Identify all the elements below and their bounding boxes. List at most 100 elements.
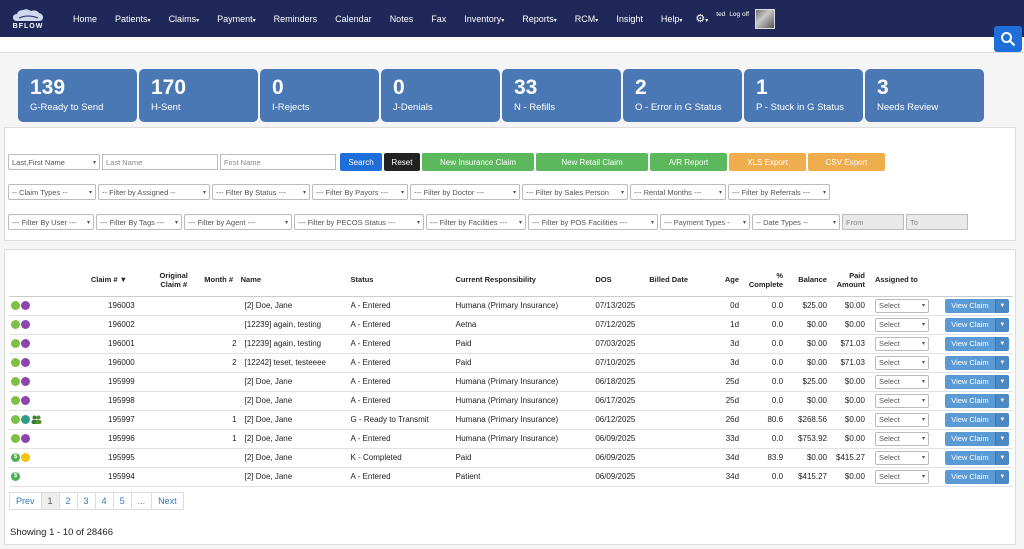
claim-number[interactable]: 196000 xyxy=(88,353,149,373)
people-icon[interactable] xyxy=(31,415,42,425)
view-claim-label[interactable]: View Claim xyxy=(944,393,995,408)
search-icon[interactable] xyxy=(994,26,1022,52)
reset-button[interactable]: Reset xyxy=(384,153,420,171)
page-button[interactable]: ... xyxy=(130,492,153,510)
nav-item-notes[interactable]: Notes xyxy=(381,14,423,24)
claim-status-icon[interactable] xyxy=(21,396,30,406)
nav-item-fax[interactable]: Fax xyxy=(422,14,455,24)
bflow-logo[interactable]: BFLOW xyxy=(2,0,54,37)
view-claim-caret-icon[interactable]: ▼ xyxy=(994,355,1009,370)
view-claim-button[interactable]: View Claim ▼ xyxy=(944,469,1009,484)
patient-name[interactable]: [2] Doe, Jane xyxy=(238,296,349,316)
view-claim-button[interactable]: View Claim ▼ xyxy=(944,393,1009,408)
xls-export-button[interactable]: XLS Export xyxy=(729,153,806,171)
ar-report-button[interactable]: A/R Report xyxy=(650,153,727,171)
filter-select[interactable]: -- Date Types -- ▾ xyxy=(752,214,840,230)
patient-name[interactable]: [2] Doe, Jane xyxy=(238,391,349,411)
view-claim-caret-icon[interactable]: ▼ xyxy=(994,374,1009,389)
claim-number[interactable]: 195998 xyxy=(88,391,149,411)
view-claim-button[interactable]: View Claim ▼ xyxy=(944,431,1009,446)
nav-item-reminders[interactable]: Reminders xyxy=(265,14,327,24)
view-claim-caret-icon[interactable]: ▼ xyxy=(994,431,1009,446)
next-page-button[interactable]: Next xyxy=(151,492,184,510)
nav-item-claims[interactable]: Claims▾ xyxy=(160,14,209,24)
page-button[interactable]: 3 xyxy=(76,492,96,510)
assigned-select[interactable]: Select ▾ xyxy=(874,393,929,408)
assigned-select[interactable]: Select ▾ xyxy=(874,298,929,313)
claim-status-icon[interactable] xyxy=(21,377,30,387)
patient-name[interactable]: [2] Doe, Jane xyxy=(238,467,349,487)
assigned-select[interactable]: Select ▾ xyxy=(874,431,929,446)
view-claim-label[interactable]: View Claim xyxy=(944,450,995,465)
filter-select[interactable]: --- Filter By Tags --- ▾ xyxy=(96,214,182,230)
claim-status-icon[interactable] xyxy=(21,301,30,311)
table-row[interactable]: 196000 2 [12242] teset, testeeee A - Entere… xyxy=(9,353,1013,373)
page-button[interactable]: 2 xyxy=(58,492,78,510)
last-name-input[interactable]: Last Name xyxy=(102,154,218,170)
search-button[interactable]: Search xyxy=(340,153,382,171)
claim-number[interactable]: 195995 xyxy=(88,448,149,468)
dollar-icon[interactable]: $ xyxy=(11,472,20,482)
table-row[interactable]: 195996 1 [2] Doe, Jane A - Entered Humana (P… xyxy=(9,429,1013,449)
settings-gear-icon[interactable]: ⚙▾ xyxy=(691,12,712,25)
table-row[interactable]: 195998 [2] Doe, Jane A - Entered Humana (Pr… xyxy=(9,391,1013,411)
claim-number[interactable]: 195994 xyxy=(88,467,149,487)
claim-status-icon[interactable] xyxy=(21,320,30,330)
filter-select[interactable]: --- Filter by Agent --- ▾ xyxy=(184,214,292,230)
view-claim-caret-icon[interactable]: ▼ xyxy=(994,469,1009,484)
view-claim-label[interactable]: View Claim xyxy=(944,298,995,313)
view-claim-label[interactable]: View Claim xyxy=(944,431,995,446)
pencil-status-icon[interactable] xyxy=(11,339,20,349)
logoff-link[interactable]: Log off xyxy=(729,11,749,18)
first-name-input[interactable]: First Name xyxy=(220,154,336,170)
table-row[interactable]: $195995 [2] Doe, Jane K - Completed Paid 06/… xyxy=(9,448,1013,468)
assigned-select[interactable]: Select ▾ xyxy=(874,317,929,332)
table-row[interactable]: 195997 1 [2] Doe, Jane G - Ready to Transmi… xyxy=(9,410,1013,430)
view-claim-label[interactable]: View Claim xyxy=(944,317,995,332)
nav-item-help[interactable]: Help▾ xyxy=(652,14,692,24)
stat-card[interactable]: 139 G-Ready to Send xyxy=(18,69,137,122)
claim-number[interactable]: 195997 xyxy=(88,410,149,430)
stat-card[interactable]: 3 Needs Review xyxy=(865,69,984,122)
view-claim-button[interactable]: View Claim ▼ xyxy=(944,336,1009,351)
patient-name[interactable]: [12239] again, testing xyxy=(238,334,349,354)
nav-item-patients[interactable]: Patients▾ xyxy=(106,14,160,24)
table-row[interactable]: 195999 [2] Doe, Jane A - Entered Humana (Pr… xyxy=(9,372,1013,392)
patient-name[interactable]: [2] Doe, Jane xyxy=(238,410,349,430)
view-claim-button[interactable]: View Claim ▼ xyxy=(944,412,1009,427)
assigned-select[interactable]: Select ▾ xyxy=(874,374,929,389)
view-claim-button[interactable]: View Claim ▼ xyxy=(944,298,1009,313)
pencil-status-icon[interactable] xyxy=(11,301,20,311)
view-claim-caret-icon[interactable]: ▼ xyxy=(994,450,1009,465)
table-row[interactable]: 196003 [2] Doe, Jane A - Entered Humana (Pr… xyxy=(9,296,1013,316)
nav-item-inventory[interactable]: Inventory▾ xyxy=(455,14,513,24)
filter-select[interactable]: --- Rental Months --- ▾ xyxy=(630,184,726,200)
date-to-input[interactable]: To xyxy=(906,214,968,230)
csv-export-button[interactable]: CSV Export xyxy=(808,153,885,171)
claim-number-header[interactable]: Claim # ▼ xyxy=(88,264,149,297)
filter-select[interactable]: --- Filter by PECOS Status --- ▾ xyxy=(294,214,424,230)
view-claim-caret-icon[interactable]: ▼ xyxy=(994,298,1009,313)
date-from-input[interactable]: From xyxy=(842,214,904,230)
view-claim-button[interactable]: View Claim ▼ xyxy=(944,450,1009,465)
claim-number[interactable]: 195999 xyxy=(88,372,149,392)
view-claim-label[interactable]: View Claim xyxy=(944,336,995,351)
assigned-select[interactable]: Select ▾ xyxy=(874,355,929,370)
filter-select[interactable]: --- Filter by Referrals --- ▾ xyxy=(728,184,830,200)
patient-name[interactable]: [12239] again, testing xyxy=(238,315,349,335)
filter-select[interactable]: --- Filter by Doctor --- ▾ xyxy=(410,184,520,200)
view-claim-button[interactable]: View Claim ▼ xyxy=(944,374,1009,389)
nav-item-home[interactable]: Home xyxy=(64,14,106,24)
pencil-status-icon[interactable] xyxy=(11,320,20,330)
assigned-select[interactable]: Select ▾ xyxy=(874,450,929,465)
stat-card[interactable]: 0 I-Rejects xyxy=(260,69,379,122)
claim-number[interactable]: 196002 xyxy=(88,315,149,335)
view-claim-label[interactable]: View Claim xyxy=(944,412,995,427)
page-button[interactable]: 4 xyxy=(94,492,114,510)
view-claim-label[interactable]: View Claim xyxy=(944,355,995,370)
pencil-status-icon[interactable] xyxy=(11,358,20,368)
claim-status-icon[interactable] xyxy=(21,358,30,368)
name-mode-select[interactable]: Last,First Name ▾ xyxy=(8,154,100,170)
filter-select[interactable]: --- Filter By User --- ▾ xyxy=(8,214,94,230)
nav-item-rcm[interactable]: RCM▾ xyxy=(566,14,608,24)
